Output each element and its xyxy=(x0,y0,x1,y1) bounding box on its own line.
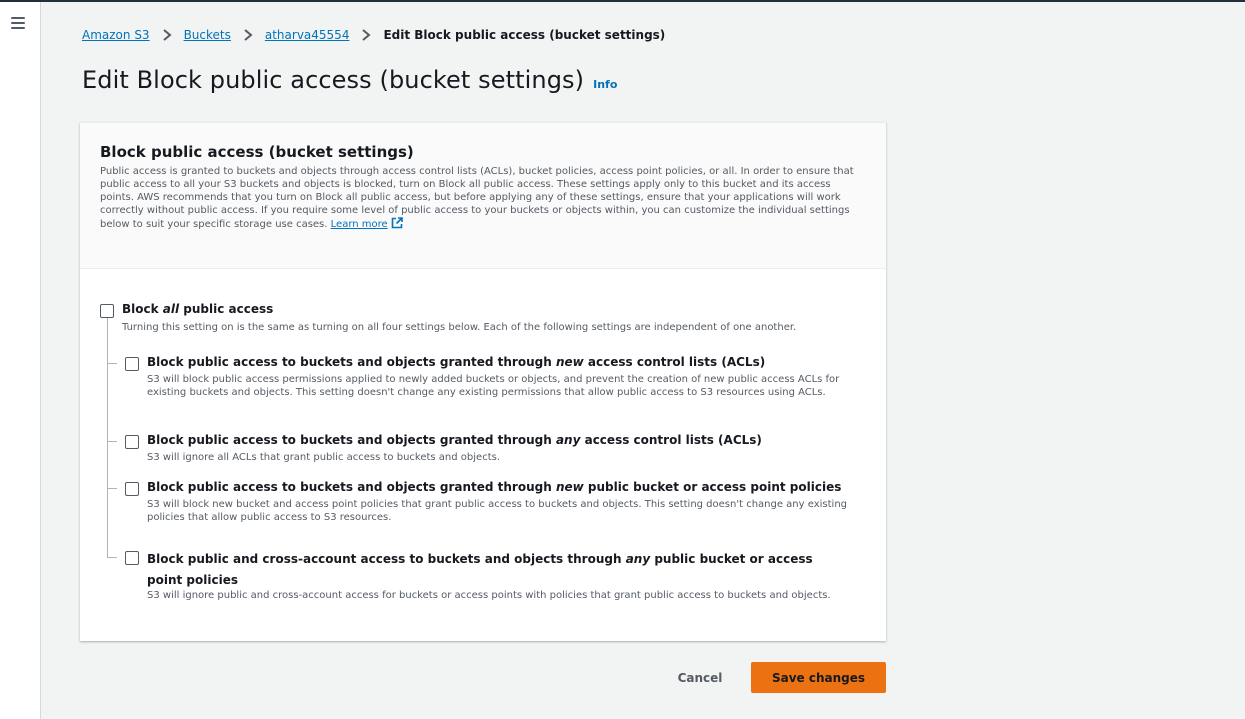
block-public-access-panel: Block public access (bucket settings) Pu… xyxy=(80,122,886,641)
breadcrumb-buckets[interactable]: Buckets xyxy=(184,28,231,42)
block-new-policies-checkbox[interactable] xyxy=(125,482,139,496)
block-cross-account-checkbox[interactable] xyxy=(125,551,139,565)
block-any-acls-label[interactable]: Block public access to buckets and objec… xyxy=(147,433,762,448)
hamburger-menu-icon[interactable] xyxy=(11,17,25,29)
tree-line-vertical xyxy=(107,318,108,557)
block-all-public-access-checkbox[interactable] xyxy=(100,304,114,318)
block-new-acls-label[interactable]: Block public access to buckets and objec… xyxy=(147,355,765,370)
learn-more-link[interactable]: Learn more xyxy=(331,219,388,230)
side-navigation-rail xyxy=(0,2,41,719)
block-any-acls-description: S3 will ignore all ACLs that grant publi… xyxy=(147,452,501,463)
block-new-acls-checkbox[interactable] xyxy=(125,357,139,371)
panel-title: Block public access (bucket settings) xyxy=(100,143,414,161)
breadcrumb: Amazon S3 Buckets atharva45554 Edit Bloc… xyxy=(82,26,665,44)
info-link[interactable]: Info xyxy=(593,78,617,91)
panel-description: Public access is granted to buckets and … xyxy=(100,165,866,233)
page-title: Edit Block public access (bucket setting… xyxy=(82,66,585,94)
chevron-right-icon xyxy=(160,28,174,42)
breadcrumb-amazon-s3[interactable]: Amazon S3 xyxy=(82,28,150,42)
breadcrumb-bucket-name[interactable]: atharva45554 xyxy=(265,28,350,42)
external-link-icon[interactable] xyxy=(391,217,403,233)
tree-line-branch xyxy=(107,363,117,364)
block-new-acls-description: S3 will block public access permissions … xyxy=(147,374,840,398)
tree-line-branch xyxy=(107,557,117,558)
save-changes-button[interactable]: Save changes xyxy=(751,662,886,693)
block-all-public-access-description: Turning this setting on is the same as t… xyxy=(122,322,797,333)
top-border xyxy=(0,0,1245,2)
block-cross-account-label[interactable]: Block public and cross-account access to… xyxy=(147,549,847,591)
panel-header: Block public access (bucket settings) Pu… xyxy=(80,123,886,269)
block-all-public-access-label[interactable]: Block all public access xyxy=(122,302,273,317)
breadcrumb-current-page: Edit Block public access (bucket setting… xyxy=(383,28,666,42)
page-header: Edit Block public access (bucket setting… xyxy=(82,66,617,94)
block-any-acls-checkbox[interactable] xyxy=(125,435,139,449)
tree-line-branch xyxy=(107,441,117,442)
block-new-policies-description: S3 will block new bucket and access poin… xyxy=(147,499,848,523)
block-new-policies-label[interactable]: Block public access to buckets and objec… xyxy=(147,480,841,495)
tree-line-branch xyxy=(107,488,117,489)
panel-description-text: Public access is granted to buckets and … xyxy=(100,166,854,230)
cancel-button[interactable]: Cancel xyxy=(666,663,734,693)
chevron-right-icon xyxy=(241,28,255,42)
block-cross-account-description: S3 will ignore public and cross-account … xyxy=(147,590,831,601)
chevron-right-icon xyxy=(359,28,373,42)
